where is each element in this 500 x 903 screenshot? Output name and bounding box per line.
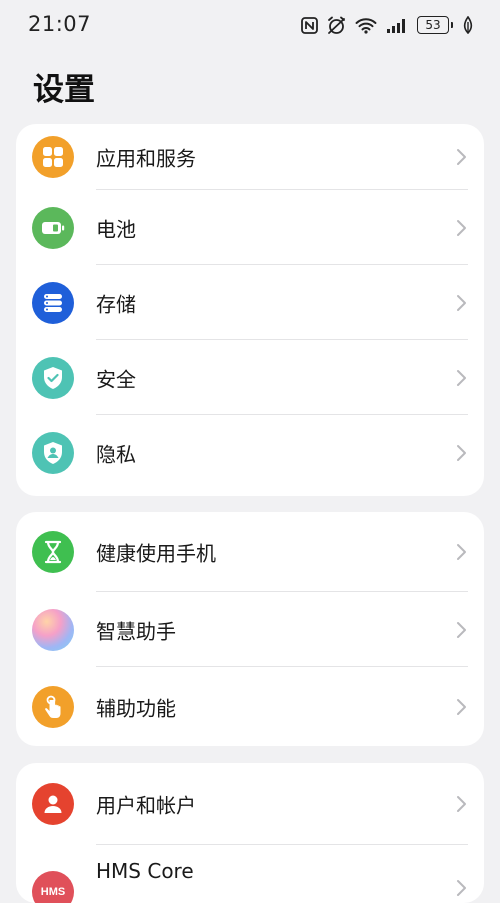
battery-cap bbox=[451, 22, 453, 28]
status-time: 21:07 bbox=[28, 12, 91, 36]
settings-item-security[interactable]: 安全 bbox=[16, 340, 484, 415]
settings-item-label: 用户和帐户 bbox=[96, 790, 196, 819]
settings-item-label: 智慧助手 bbox=[96, 615, 176, 644]
chevron-right-icon bbox=[456, 795, 468, 813]
chevron-right-icon bbox=[456, 294, 468, 312]
wifi-icon bbox=[355, 17, 377, 34]
settings-item-label: 辅助功能 bbox=[96, 692, 176, 721]
chevron-right-icon bbox=[456, 369, 468, 387]
settings-item-apps-services[interactable]: 应用和服务 bbox=[16, 124, 484, 190]
shield-check-icon bbox=[32, 357, 74, 399]
apps-grid-icon bbox=[32, 136, 74, 178]
settings-item-label: HMS Core bbox=[96, 859, 194, 883]
chevron-right-icon bbox=[456, 698, 468, 716]
chevron-right-icon bbox=[456, 621, 468, 639]
chevron-right-icon bbox=[456, 148, 468, 166]
settings-item-label: 电池 bbox=[96, 213, 136, 242]
hms-icon: HMS bbox=[32, 871, 74, 903]
hand-tap-icon bbox=[32, 686, 74, 728]
settings-item-battery[interactable]: 电池 bbox=[16, 190, 484, 265]
battery-indicator: 53 bbox=[417, 16, 453, 34]
settings-item-digital-balance[interactable]: 健康使用手机 bbox=[16, 512, 484, 592]
settings-item-smart-assistant[interactable]: 智慧助手 bbox=[16, 592, 484, 667]
eco-leaf-icon bbox=[462, 16, 474, 34]
hourglass-icon bbox=[32, 531, 74, 573]
settings-item-hms-core[interactable]: HMS HMS Core bbox=[16, 845, 484, 903]
settings-item-privacy[interactable]: 隐私 bbox=[16, 415, 484, 490]
chevron-right-icon bbox=[456, 879, 468, 897]
assistant-orb-icon bbox=[32, 609, 74, 651]
privacy-shield-icon bbox=[32, 432, 74, 474]
battery-level: 53 bbox=[417, 16, 449, 34]
cellular-signal-icon bbox=[386, 17, 408, 34]
chevron-right-icon bbox=[456, 543, 468, 561]
settings-item-accessibility[interactable]: 辅助功能 bbox=[16, 667, 484, 746]
nfc-icon bbox=[301, 17, 318, 34]
chevron-right-icon bbox=[456, 219, 468, 237]
alarm-off-icon bbox=[327, 16, 346, 35]
settings-item-users-accounts[interactable]: 用户和帐户 bbox=[16, 763, 484, 845]
settings-item-label: 安全 bbox=[96, 363, 136, 392]
page-title: 设置 bbox=[33, 64, 95, 109]
settings-item-storage[interactable]: 存储 bbox=[16, 265, 484, 340]
chevron-right-icon bbox=[456, 444, 468, 462]
user-icon bbox=[32, 783, 74, 825]
status-icons: 53 bbox=[301, 13, 474, 37]
settings-group-1: 应用和服务 电池 存储 安全 隐私 bbox=[16, 124, 484, 496]
settings-group-3: 用户和帐户 HMS HMS Core bbox=[16, 763, 484, 903]
storage-icon bbox=[32, 282, 74, 324]
settings-item-label: 健康使用手机 bbox=[96, 538, 216, 567]
settings-item-label: 存储 bbox=[96, 288, 136, 317]
settings-item-label: 应用和服务 bbox=[96, 142, 196, 171]
hms-icon-text: HMS bbox=[41, 886, 65, 898]
settings-item-label: 隐私 bbox=[96, 438, 136, 467]
settings-group-2: 健康使用手机 智慧助手 辅助功能 bbox=[16, 512, 484, 746]
battery-icon bbox=[32, 207, 74, 249]
status-bar: 21:07 53 bbox=[0, 0, 500, 50]
